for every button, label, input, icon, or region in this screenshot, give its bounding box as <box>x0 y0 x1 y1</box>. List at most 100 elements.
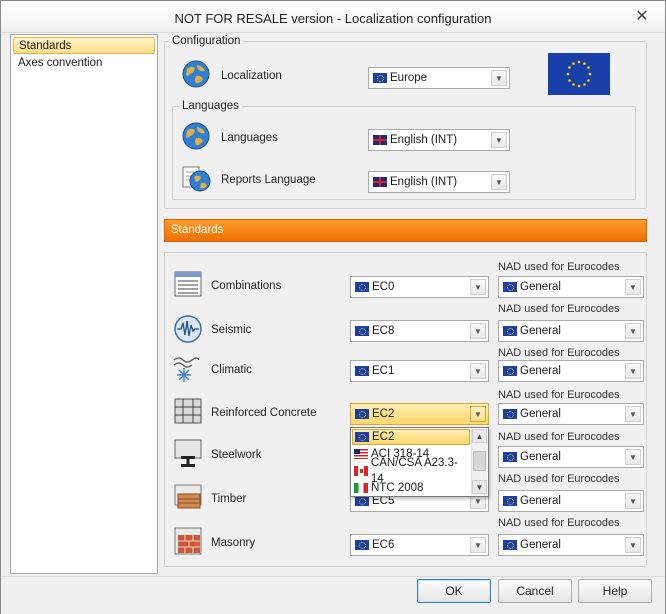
reinforced-concrete-icon <box>174 398 202 424</box>
nad-select-seismic[interactable]: General ▼ <box>498 320 644 342</box>
title-bar: NOT FOR RESALE version - Localization co… <box>1 1 665 33</box>
standards-header: Standards <box>164 219 647 242</box>
italy-flag-icon <box>354 483 368 493</box>
masonry-value: EC6 <box>372 539 395 551</box>
combinations-select[interactable]: EC0 ▼ <box>350 276 489 298</box>
eu-flag-icon <box>355 409 369 419</box>
reports-language-label: Reports Language <box>221 174 316 186</box>
uk-flag-icon <box>373 135 387 145</box>
chevron-down-icon[interactable]: ▼ <box>470 323 486 339</box>
reinforced-concrete-value: EC2 <box>372 408 395 420</box>
nad-label-climatic: NAD used for Eurocodes <box>498 347 620 359</box>
category-item-axes-convention[interactable]: Axes convention <box>13 55 155 72</box>
scroll-up-icon[interactable]: ▲ <box>472 429 487 443</box>
localization-select[interactable]: Europe ▼ <box>368 67 510 89</box>
languages-select[interactable]: English (INT) ▼ <box>368 129 510 151</box>
nad-select-combinations[interactable]: General ▼ <box>498 276 644 298</box>
eu-flag-icon <box>355 326 369 336</box>
dropdown-option-can-csa[interactable]: CAN/CSA A23.3-14 <box>352 457 470 485</box>
timber-label: Timber <box>211 493 247 505</box>
chevron-down-icon[interactable]: ▼ <box>470 363 486 379</box>
languages-label: Languages <box>221 132 278 144</box>
ok-button[interactable]: OK <box>417 579 491 603</box>
nad-value-combinations: General <box>520 281 561 293</box>
climatic-value: EC1 <box>372 365 395 377</box>
chevron-down-icon[interactable]: ▼ <box>470 406 486 422</box>
reinforced-concrete-select[interactable]: EC2 ▼ <box>350 403 489 425</box>
dropdown-option-label: NTC 2008 <box>371 482 424 494</box>
chevron-down-icon[interactable]: ▼ <box>625 279 641 295</box>
dropdown-option-label: EC2 <box>372 431 395 443</box>
nad-label-steelwork: NAD used for Eurocodes <box>498 431 620 443</box>
nad-value-timber: General <box>520 495 561 507</box>
masonry-select[interactable]: EC6 ▼ <box>350 534 489 556</box>
localization-value: Europe <box>390 72 428 84</box>
category-list: Standards Axes convention <box>10 34 158 574</box>
chevron-down-icon[interactable]: ▼ <box>491 174 507 190</box>
eu-flag-icon <box>355 282 369 292</box>
languages-legend: Languages <box>179 100 242 112</box>
chevron-down-icon[interactable]: ▼ <box>491 132 507 148</box>
nad-label-timber: NAD used for Eurocodes <box>498 473 620 485</box>
report-globe-icon <box>182 166 211 192</box>
dropdown-option-ntc-2008[interactable]: NTC 2008 <box>352 480 470 496</box>
reports-language-value: English (INT) <box>390 176 458 188</box>
eu-flag-icon <box>503 540 517 550</box>
eu-flag-icon <box>355 540 369 550</box>
chevron-down-icon[interactable]: ▼ <box>625 323 641 339</box>
chevron-down-icon[interactable]: ▼ <box>625 406 641 422</box>
nad-label-reinforced-concrete: NAD used for Eurocodes <box>498 389 620 401</box>
eu-flag-icon <box>503 282 517 292</box>
help-button[interactable]: Help <box>578 579 652 603</box>
globe-icon <box>182 60 210 88</box>
seismic-select[interactable]: EC8 ▼ <box>350 320 489 342</box>
nad-label-masonry: NAD used for Eurocodes <box>498 517 620 529</box>
eu-flag-icon <box>355 366 369 376</box>
scroll-thumb[interactable] <box>473 451 486 471</box>
eu-flag-icon <box>355 432 369 442</box>
canada-flag-icon <box>354 466 368 476</box>
combinations-label: Combinations <box>211 280 282 292</box>
chevron-down-icon[interactable]: ▼ <box>625 363 641 379</box>
chevron-down-icon[interactable]: ▼ <box>625 493 641 509</box>
climatic-label: Climatic <box>211 364 252 376</box>
nad-select-climatic[interactable]: General ▼ <box>498 360 644 382</box>
category-item-standards[interactable]: Standards <box>13 37 155 54</box>
nad-value-masonry: General <box>520 539 561 551</box>
chevron-down-icon[interactable]: ▼ <box>625 537 641 553</box>
chevron-down-icon[interactable]: ▼ <box>625 449 641 465</box>
climatic-icon <box>173 357 200 382</box>
dropdown-option-ec2[interactable]: EC2 <box>352 429 470 445</box>
eu-flag-icon <box>548 53 610 95</box>
nad-select-masonry[interactable]: General ▼ <box>498 534 644 556</box>
cancel-button[interactable]: Cancel <box>498 579 572 603</box>
window-title: NOT FOR RESALE version - Localization co… <box>174 11 492 26</box>
nad-select-steelwork[interactable]: General ▼ <box>498 446 644 468</box>
chevron-down-icon[interactable]: ▼ <box>470 537 486 553</box>
climatic-select[interactable]: EC1 ▼ <box>350 360 489 382</box>
eu-flag-icon <box>503 409 517 419</box>
dropdown-scrollbar[interactable]: ▲ ▼ <box>471 429 487 495</box>
reinforced-concrete-dropdown-list: EC2 ACI 318-14 CAN/CSA A23.3-14 NTC 2008… <box>350 427 489 497</box>
reports-language-select[interactable]: English (INT) ▼ <box>368 171 510 193</box>
chevron-down-icon[interactable]: ▼ <box>491 70 507 86</box>
chevron-down-icon[interactable]: ▼ <box>470 279 486 295</box>
timber-icon <box>174 484 202 509</box>
masonry-icon <box>174 527 202 555</box>
localization-label: Localization <box>221 70 282 82</box>
nad-value-reinforced-concrete: General <box>520 408 561 420</box>
nad-label-combinations: NAD used for Eurocodes <box>498 261 620 273</box>
configuration-legend: Configuration <box>169 35 244 47</box>
eu-flag-icon <box>355 496 369 506</box>
nad-select-timber[interactable]: General ▼ <box>498 490 644 512</box>
seismic-icon <box>174 315 202 343</box>
nad-select-reinforced-concrete[interactable]: General ▼ <box>498 403 644 425</box>
localization-dialog: NOT FOR RESALE version - Localization co… <box>0 0 666 614</box>
scroll-down-icon[interactable]: ▼ <box>472 480 487 494</box>
nad-value-seismic: General <box>520 325 561 337</box>
uk-flag-icon <box>373 177 387 187</box>
us-flag-icon <box>354 449 368 459</box>
reinforced-concrete-label: Reinforced Concrete <box>211 407 317 419</box>
close-icon[interactable]: ✕ <box>633 8 651 26</box>
languages-value: English (INT) <box>390 134 458 146</box>
